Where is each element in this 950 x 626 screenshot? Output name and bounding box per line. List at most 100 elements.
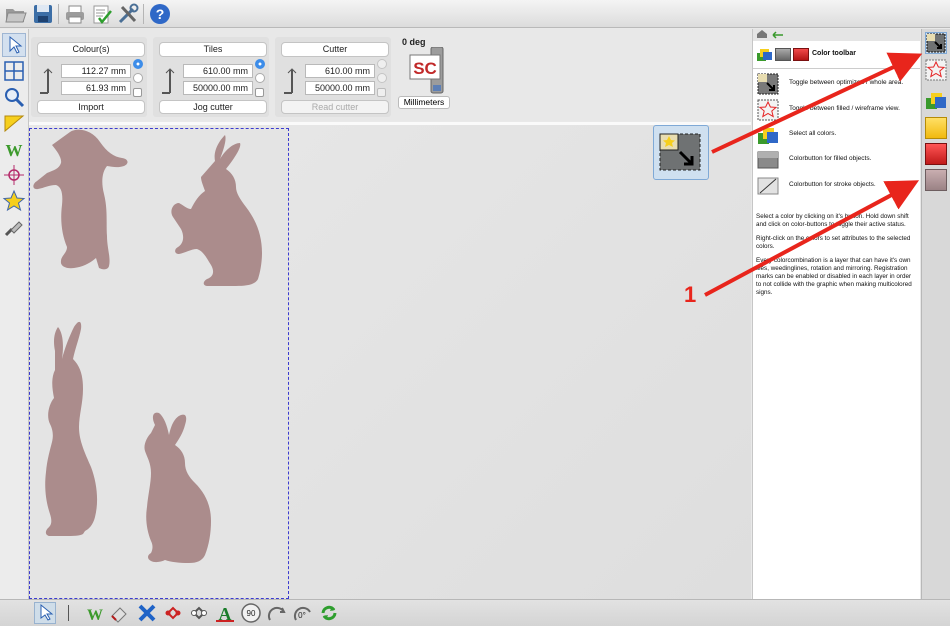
mirror-rotate-icon[interactable] [266,602,288,624]
registration-mark-tool-icon[interactable] [2,163,26,187]
tiles-radio-top[interactable] [255,59,265,69]
rabbit-shape-1 [33,129,128,270]
bottom-toolbar: W A 90 0° [0,599,950,626]
help-row-filled: Colorbutton for filled objects. [757,149,917,171]
yellow-color-button[interactable] [925,117,947,139]
pink-gray-color-button[interactable] [925,169,947,191]
left-toolbar: W [0,29,29,599]
eraser-icon[interactable] [108,602,130,624]
rabbit-shape-4 [144,412,211,563]
filled-wireframe-toggle-icon[interactable] [925,59,947,81]
zoom-area-toggle-button-icon[interactable] [925,32,947,54]
help-icon[interactable]: ? [148,2,172,26]
cutter-radio-top[interactable] [377,59,387,69]
red-color-button[interactable] [925,143,947,165]
bottom-pointer-icon[interactable] [34,602,56,624]
tiles-checkbox[interactable] [255,88,264,97]
nodes-outline-icon[interactable] [188,602,210,624]
tiles-tool-icon[interactable] [2,59,26,83]
jog-cutter-button[interactable]: Jog cutter [159,100,267,114]
colours-group: Colour(s) 112.27 mm 61.93 mm Import [31,37,147,117]
rotate-0-icon[interactable]: 0° [292,602,314,624]
star-outline-icon [757,99,779,121]
help-title: Color toolbar [812,50,856,57]
tiles-group: Tiles 610.00 mm 50000.00 mm Jog cutter [153,37,269,117]
cutter-group: Cutter 610.00 mm 50000.00 mm Read cutter [275,37,391,117]
save-icon[interactable] [31,2,55,26]
rotate-90-icon[interactable]: 90 [240,602,262,624]
pointer-tool-icon[interactable] [2,33,26,57]
help-paragraph: Every colorcombination is a layer that c… [756,257,912,296]
tiles-y-field[interactable]: 50000.00 mm [183,81,253,95]
print-icon[interactable] [63,2,87,26]
colours-checkbox[interactable] [133,88,142,97]
help-title-row: Color toolbar [753,41,920,69]
star-shape-tool-icon[interactable] [2,189,26,213]
help-row-text: Select all colors. [789,130,837,137]
cutter-y-field[interactable]: 50000.00 mm [305,81,375,95]
units-button[interactable]: Millimeters [398,96,450,109]
axes-icon [38,67,58,95]
weeding-lines-tool-icon[interactable]: W [2,137,26,161]
tools-icon[interactable] [116,2,140,26]
weed-border-tool-icon[interactable] [2,111,26,135]
svg-text:?: ? [156,6,165,22]
cutter-radio-middle[interactable] [377,73,387,83]
svg-text:W: W [6,141,23,160]
colours-y-field[interactable]: 61.93 mm [61,81,131,95]
help-row-text: Toggle between optimized / whole area. [789,79,904,86]
text-a-icon[interactable]: A [214,602,236,624]
rabbit-shape-3 [45,321,98,536]
rotate-0-label: 0° [298,611,306,620]
color-toolbar-icon [757,47,773,63]
back-icon [772,31,783,39]
axes-icon [282,67,302,95]
colours-x-field[interactable]: 112.27 mm [61,64,131,78]
help-row-stroke: Colorbutton for stroke objects. [757,175,917,197]
rotate-90-label: 90 [247,609,256,618]
color-button-filled-icon [757,149,779,171]
open-folder-icon[interactable] [4,2,28,26]
tiles-radio-middle[interactable] [255,73,265,83]
zoom-area-toggle-icon[interactable] [653,125,709,180]
help-panel: Color toolbar Toggle between optimized /… [752,29,920,599]
sc-logo-text: SC [413,59,437,78]
cut-area[interactable] [29,128,289,599]
svg-text:W: W [87,607,103,624]
zoom-tool-icon[interactable] [2,85,26,109]
knife-tool-icon[interactable] [2,215,26,239]
refresh-icon[interactable] [318,602,340,624]
read-cutter-button[interactable]: Read cutter [281,100,389,114]
weed-icon[interactable]: W [84,602,106,624]
select-all-colors-button-icon[interactable] [925,89,947,111]
select-all-colors-icon [757,124,779,146]
help-row-star: Toggle between filled / wireframe view. [757,99,917,121]
checklist-icon[interactable] [90,2,114,26]
nodes-red-icon[interactable] [162,602,184,624]
import-button[interactable]: Import [37,100,145,114]
sc-logo[interactable]: SC [409,47,449,95]
work-area[interactable] [29,122,751,599]
options-panel: Colour(s) 112.27 mm 61.93 mm Import Tile… [29,29,751,121]
red-color-swatch [793,48,809,61]
cutter-x-field[interactable]: 610.00 mm [305,64,375,78]
colours-radio-top[interactable] [133,59,143,69]
rabbit-silhouettes[interactable] [30,129,288,598]
axes-icon [160,67,180,95]
home-icon [757,30,767,38]
rabbit-shape-2 [171,135,262,286]
help-row-select-all: Select all colors. [757,124,917,146]
colours-header: Colour(s) [37,42,145,57]
help-row-zoom: Toggle between optimized / whole area. [757,73,917,95]
colours-radio-middle[interactable] [133,73,143,83]
tiles-x-field[interactable]: 610.00 mm [183,64,253,78]
delete-x-icon[interactable] [136,602,158,624]
zoom-area-icon [757,73,779,95]
help-paragraph: Select a color by clicking on it's butto… [756,213,909,228]
help-row-text: Toggle between filled / wireframe view. [789,105,900,112]
gray-color-swatch [775,48,791,61]
color-toolbar [921,29,950,599]
tiles-header: Tiles [159,42,267,57]
cutter-header: Cutter [281,42,389,57]
cutter-checkbox[interactable] [377,88,386,97]
